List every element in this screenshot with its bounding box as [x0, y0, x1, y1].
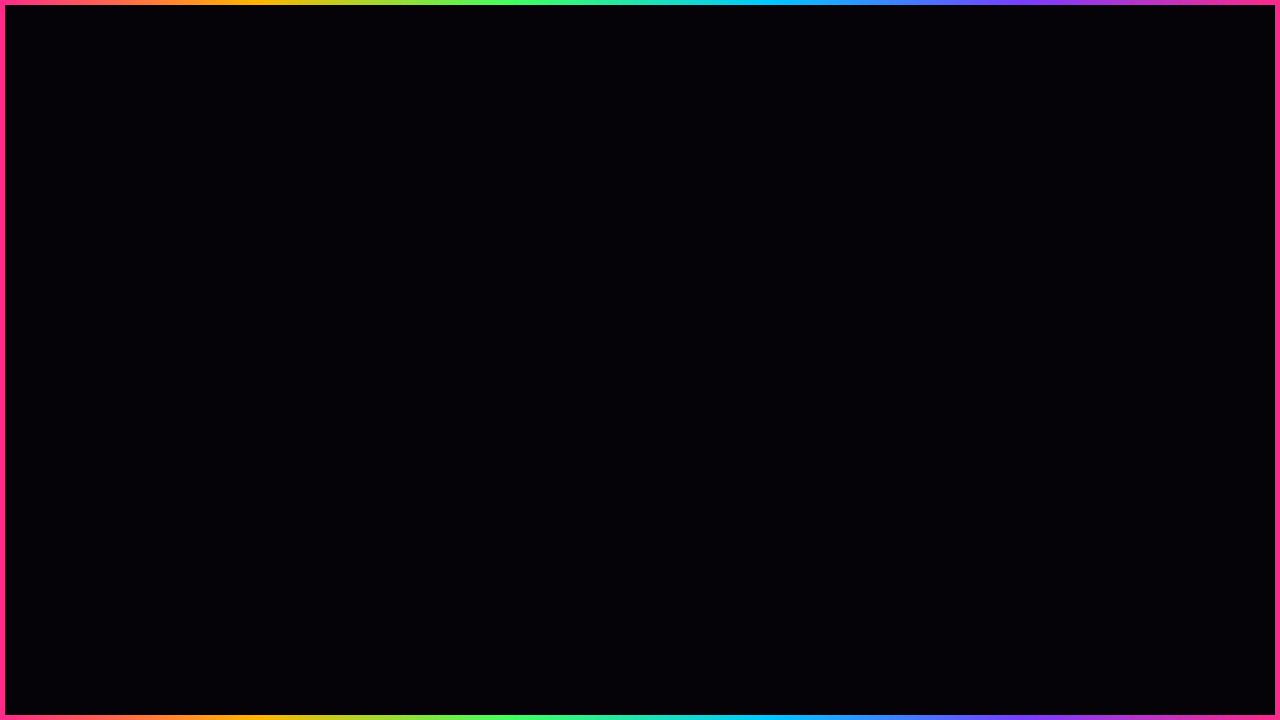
- game-toolbar: ⚙ ♫ 🔔: [476, 109, 576, 139]
- premium-settings-button[interactable]: ⚙ Premium Settings. ⌄: [628, 520, 1023, 544]
- racer-tag: [475, 272, 573, 288]
- app-icon[interactable]: [852, 564, 859, 571]
- windows-taskbar: 29°F Windy Search ^ ◐ ⊡ ◁) 4:54 PM 1/28/2…: [372, 559, 1280, 577]
- racer-tag: Scorpiodornie: [505, 220, 605, 236]
- gear-icon: ⚙: [632, 523, 650, 541]
- settings-gear-icon[interactable]: ⚙: [476, 109, 508, 139]
- latest-cheer-bar: ◆ LATEST CHEER: [938, 17, 1206, 55]
- taskbar-apps: [768, 564, 957, 571]
- app-icon[interactable]: [810, 564, 817, 571]
- clear-button[interactable]: Clear: [640, 152, 676, 169]
- app-icon[interactable]: [950, 564, 957, 571]
- latest-subscriber-label: LATEST SUBSCRIBER: [114, 26, 174, 45]
- app-icon[interactable]: [880, 564, 887, 571]
- app-icon[interactable]: [782, 564, 789, 571]
- webcam-feed: bang: [6, 70, 371, 276]
- system-tray[interactable]: ^ ◐ ⊡ ◁): [1217, 564, 1236, 570]
- chat-message: Ceonta33 : I had a gut feeling purple: [12, 535, 167, 545]
- star-icon: ★: [86, 25, 104, 47]
- racer-blob: [571, 366, 585, 380]
- racer-number-badge: 60: [511, 462, 531, 476]
- app-icon[interactable]: [894, 564, 901, 571]
- racer-tag: myPierre: [475, 376, 539, 392]
- latest-follower-label: LATEST FOLLOWER: [403, 26, 455, 45]
- app-icon[interactable]: [908, 564, 915, 571]
- shuffle-icon: ⇄: [480, 144, 488, 154]
- racer-tag: ILD3WAY: [475, 348, 553, 364]
- racer-tag: [475, 308, 563, 324]
- racer-blob: [625, 198, 639, 212]
- windows-start-icon[interactable]: [674, 564, 682, 572]
- chat-text: I had a gut feeling purple: [60, 535, 168, 545]
- racer-blob: [561, 394, 575, 408]
- neon-sign: bang: [15, 83, 102, 135]
- racer-tag: Purple: [511, 204, 621, 220]
- diamond-icon: ◆: [955, 28, 967, 44]
- weather-widget[interactable]: 29°F Windy: [378, 563, 404, 569]
- latest-donation-bar: $ LATEST DONATION: [650, 17, 918, 55]
- bush: [1115, 166, 1159, 200]
- racer-blob: [599, 288, 613, 302]
- premium-settings-label: Premium Settings.: [658, 527, 724, 537]
- music-icon[interactable]: ♫: [510, 109, 542, 139]
- racer-blob: [607, 264, 621, 278]
- latest-subscriber-name: slots_fairy: [216, 27, 292, 45]
- chat-username: Ceonta33: [12, 535, 53, 545]
- app-icon[interactable]: [922, 564, 929, 571]
- chevron-down-icon: ⌄: [1007, 526, 1017, 538]
- race-game: ⚙ ♫ 🔔 ⇄ Shuffle Characters Start Clear 0…: [475, 108, 1177, 502]
- latest-subscriber-bar: ★ LATEST SUBSCRIBER slots_fairy: [72, 17, 344, 55]
- back-link[interactable]: « Back to My Page! || Add to My Page!: [374, 98, 459, 104]
- racer-blob: [549, 420, 563, 434]
- racer-tag: lever3: [475, 392, 543, 408]
- app-icon[interactable]: [866, 564, 873, 571]
- latest-donation-label: LATEST DONATION: [692, 26, 740, 45]
- racer-blob: [615, 240, 629, 254]
- premium-links[interactable]: Hide Premium Bar || Super Fullscreen!: [1191, 98, 1276, 104]
- taskbar-search[interactable]: Search: [686, 563, 764, 573]
- premium-bar: ⚙ Premium Settings. ⌄: [372, 510, 1280, 549]
- app-icon[interactable]: [768, 564, 775, 571]
- app-icon[interactable]: [796, 564, 803, 571]
- taskbar-clock[interactable]: 4:54 PM 1/28/2025: [1248, 562, 1270, 574]
- racer-tag: Wha: [479, 240, 579, 256]
- start-button[interactable]: Start: [640, 122, 672, 139]
- pillow: [11, 151, 119, 259]
- racer-blob: [591, 312, 605, 326]
- stopwatch-icon: ⏱: [1060, 114, 1069, 125]
- latest-cheer-label: LATEST CHEER: [980, 26, 1015, 45]
- site-logo[interactable]: ⏱ Online-Stopwatch.com: [1061, 114, 1169, 125]
- shuffle-label: Shuffle Characters: [493, 144, 568, 155]
- browser-window: « Back to My Page! || Add to My Page! Hi…: [372, 96, 1280, 577]
- latest-follower-name: Cheekzs: [512, 27, 574, 45]
- dollar-icon: $: [667, 25, 679, 47]
- link-bar: « Back to My Page! || Add to My Page! Hi…: [372, 98, 1280, 106]
- shuffle-characters-button[interactable]: ⇄ Shuffle Characters: [476, 142, 575, 157]
- countdown-timer: 00:03:00: [696, 112, 957, 184]
- latest-follower-bar: ♥ LATEST FOLLOWER Cheekzs: [361, 17, 633, 55]
- racer-blob: [623, 220, 637, 234]
- racer-tag: Frida 00008: [531, 186, 621, 202]
- heart-icon: ♥: [378, 25, 390, 47]
- bell-icon[interactable]: 🔔: [544, 109, 576, 139]
- app-icon[interactable]: [838, 564, 845, 571]
- chat-separator: :: [52, 535, 61, 545]
- app-icon[interactable]: [936, 564, 943, 571]
- racer-blob: [581, 338, 595, 352]
- app-icon[interactable]: [824, 564, 831, 571]
- racer-tag: 10613: [475, 434, 517, 450]
